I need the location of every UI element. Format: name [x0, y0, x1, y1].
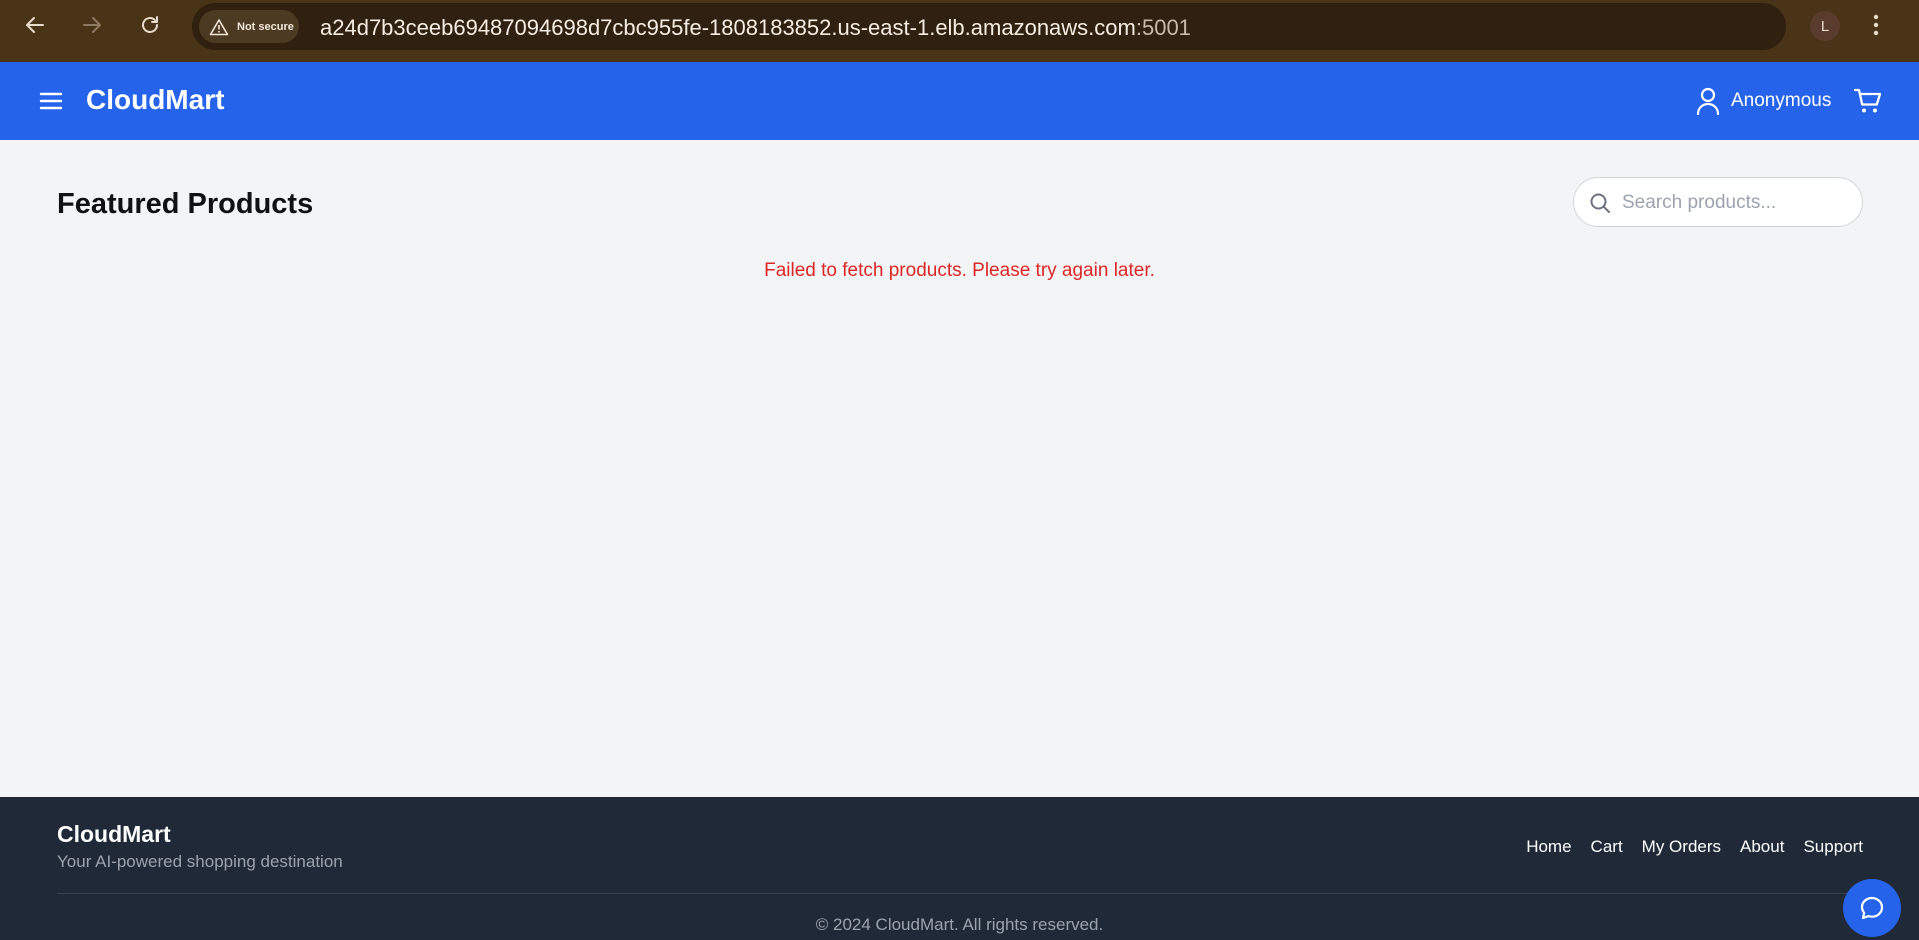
brand-logo[interactable]: CloudMart [86, 84, 224, 116]
profile-avatar[interactable]: L [1810, 11, 1840, 41]
chat-icon [1860, 896, 1884, 920]
arrow-right-icon [83, 17, 101, 33]
url-host: a24d7b3ceeb69487094698d7cbc955fe-1808183… [320, 15, 1136, 40]
footer-link-cart[interactable]: Cart [1591, 837, 1623, 857]
search-icon [1590, 193, 1610, 213]
footer-link-support[interactable]: Support [1803, 837, 1863, 857]
address-bar[interactable]: Not secure a24d7b3ceeb69487094698d7cbc95… [192, 3, 1786, 50]
error-message: Failed to fetch products. Please try aga… [764, 260, 1155, 281]
site-footer: CloudMart Your AI-powered shopping desti… [0, 797, 1919, 940]
kebab-menu-icon [1873, 14, 1879, 36]
user-menu[interactable]: Anonymous [1695, 86, 1831, 116]
url-port: :5001 [1135, 15, 1191, 40]
user-icon [1696, 87, 1720, 116]
footer-brand: CloudMart [57, 821, 171, 847]
footer-link-home[interactable]: Home [1526, 837, 1571, 857]
warning-icon [209, 18, 229, 35]
cart-button[interactable] [1853, 86, 1883, 121]
footer-link-my-orders[interactable]: My Orders [1642, 837, 1721, 857]
chat-button[interactable] [1843, 879, 1901, 937]
footer-tagline: Your AI-powered shopping destination [57, 852, 343, 871]
forward-button[interactable] [76, 9, 108, 41]
security-chip[interactable]: Not secure [199, 10, 299, 43]
back-button[interactable] [19, 9, 51, 41]
browser-menu-button[interactable] [1870, 10, 1882, 45]
footer-divider [57, 893, 1863, 894]
search-input[interactable] [1622, 190, 1852, 216]
search-box[interactable] [1573, 177, 1863, 227]
menu-button[interactable] [38, 89, 64, 118]
footer-links: Home Cart My Orders About Support [1526, 837, 1863, 857]
browser-toolbar: Not secure a24d7b3ceeb69487094698d7cbc95… [0, 0, 1919, 62]
cart-icon [1853, 88, 1882, 113]
user-name: Anonymous [1731, 90, 1832, 111]
arrow-left-icon [26, 17, 44, 33]
hamburger-menu-icon [39, 92, 63, 110]
reload-icon [142, 16, 158, 33]
url-text[interactable]: a24d7b3ceeb69487094698d7cbc955fe-1808183… [320, 15, 1191, 41]
app-header: CloudMart Anonymous [0, 62, 1919, 140]
page-title: Featured Products [57, 188, 314, 220]
reload-button[interactable] [134, 9, 166, 41]
not-secure-label: Not secure [237, 20, 294, 33]
footer-link-about[interactable]: About [1740, 837, 1784, 857]
copyright-text: © 2024 CloudMart. All rights reserved. [815, 915, 1104, 934]
